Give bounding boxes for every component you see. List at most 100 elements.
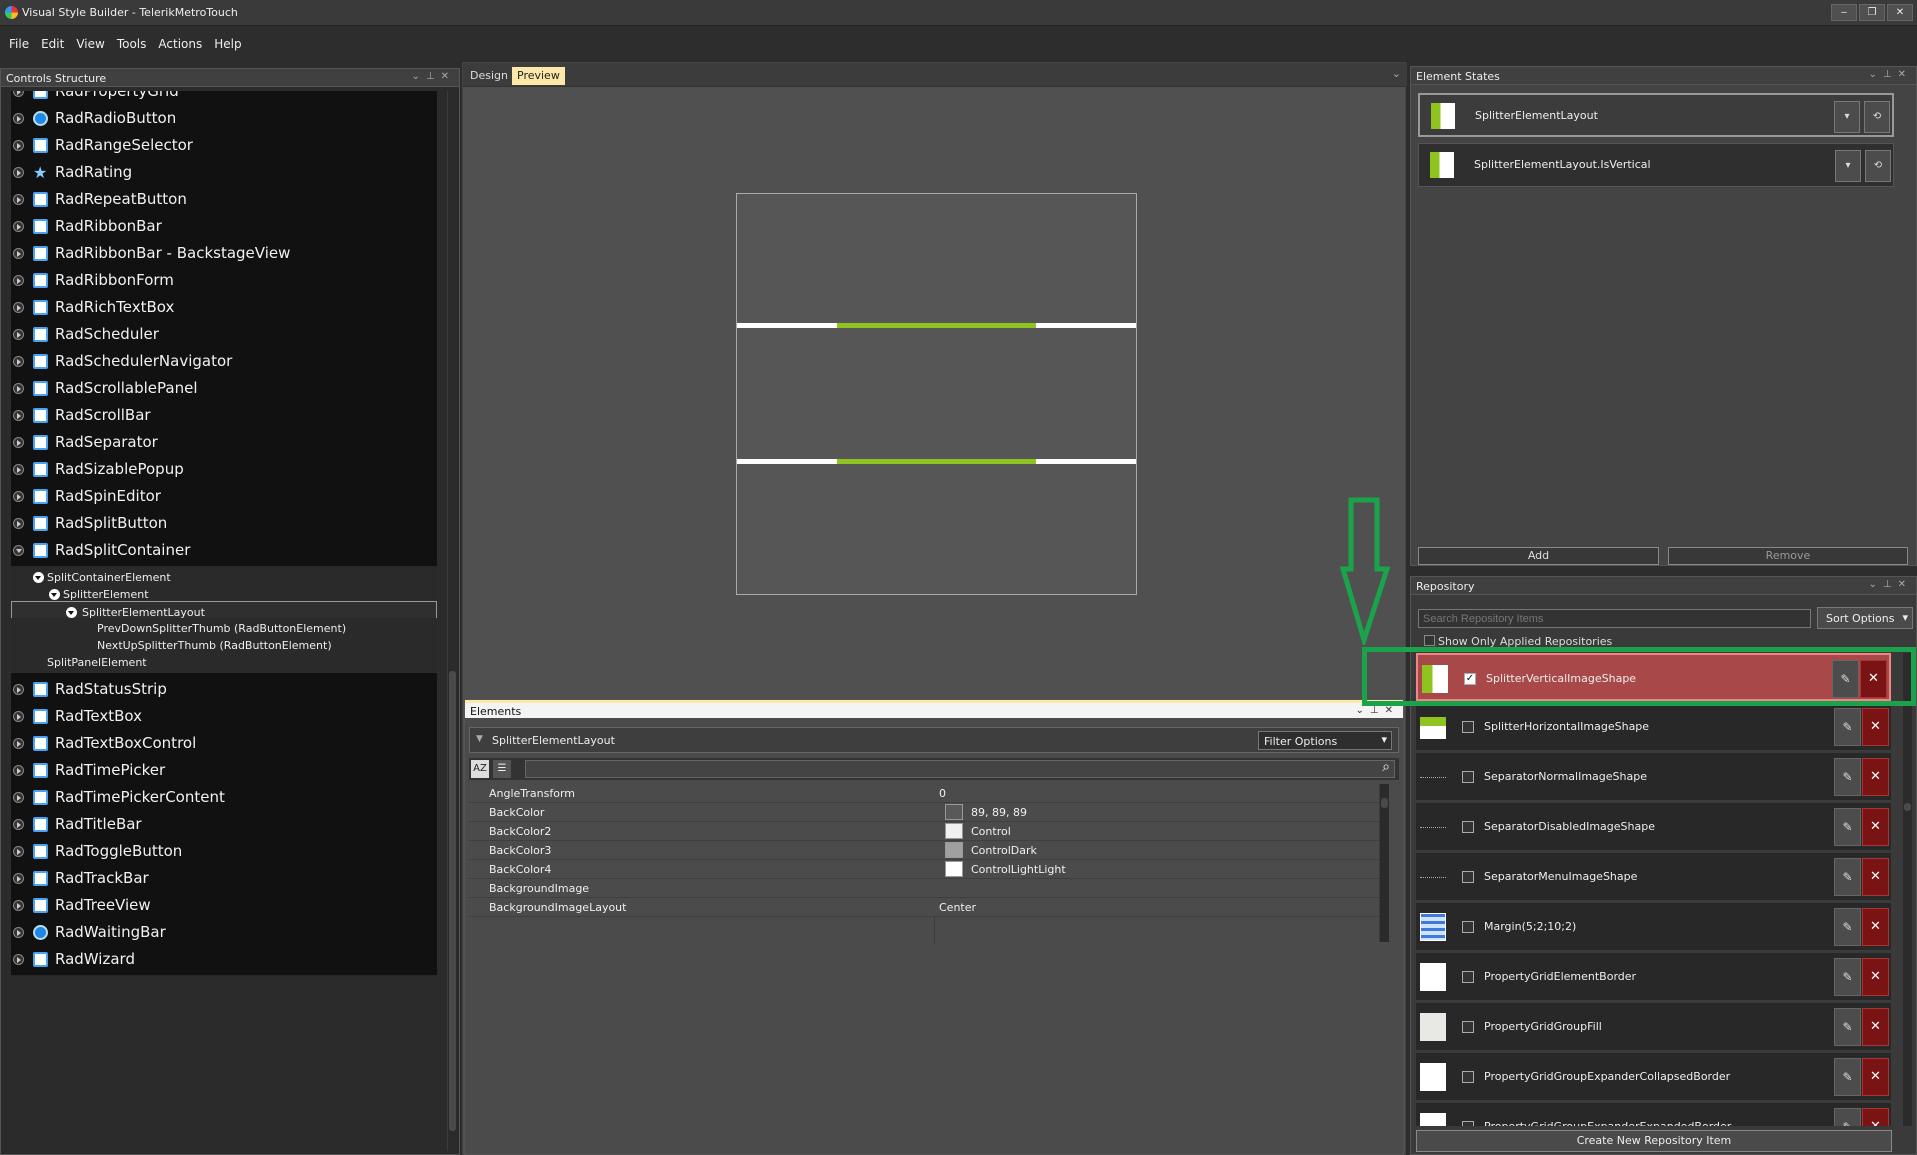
property-value[interactable]: ControlDark — [971, 844, 1037, 857]
close-button[interactable]: ✕ — [1887, 4, 1913, 21]
menu-tools[interactable]: Tools — [112, 34, 152, 56]
repository-item-checkbox[interactable] — [1462, 771, 1474, 783]
elements-pin-close-icons[interactable]: ⌄⊥✕ — [1356, 705, 1399, 716]
delete-icon[interactable]: ✕ — [1862, 958, 1889, 996]
expand-icon[interactable] — [13, 437, 24, 448]
delete-icon[interactable]: ✕ — [1862, 758, 1889, 796]
panel-pin-close-icons[interactable]: ⌄⊥✕ — [412, 71, 455, 82]
create-repository-item-button[interactable]: Create New Repository Item — [1416, 1130, 1892, 1152]
property-value[interactable]: 0 — [939, 787, 946, 800]
chevron-down-icon[interactable]: ⌄ — [1392, 67, 1401, 80]
repository-item-checkbox[interactable] — [1462, 721, 1474, 733]
restore-button[interactable]: ❐ — [1859, 4, 1885, 21]
edit-icon[interactable]: ✎ — [1834, 1058, 1861, 1096]
repo-pin-close-icons[interactable]: ⌄⊥✕ — [1869, 579, 1912, 590]
property-search-input[interactable]: ⌕ — [525, 759, 1395, 778]
expand-icon[interactable] — [13, 491, 24, 502]
menu-actions[interactable]: Actions — [153, 34, 207, 56]
repository-item-checkbox[interactable] — [1462, 1071, 1474, 1083]
expand-icon[interactable] — [13, 846, 24, 857]
element-selector[interactable]: ▼ SplitterElementLayout Filter Options — [469, 727, 1399, 753]
repository-search-input[interactable] — [1418, 609, 1811, 628]
expand-icon[interactable] — [13, 711, 24, 722]
property-row[interactable]: BackColor3 ControlDark — [469, 841, 1389, 860]
state-link-button[interactable]: ⟲ — [1865, 150, 1891, 182]
repository-item[interactable]: PropertyGridGroupExpanderCollapsedBorder… — [1416, 1053, 1891, 1101]
repository-item[interactable]: Margin(5;2;10;2) ✎ ✕ — [1416, 903, 1891, 951]
splitter-1[interactable] — [737, 323, 1136, 328]
property-scrollbar[interactable] — [1379, 784, 1389, 942]
repository-item-checkbox[interactable] — [1462, 821, 1474, 833]
tree-scrollbar[interactable] — [447, 91, 457, 1151]
expand-icon[interactable] — [13, 518, 24, 529]
collapse-icon[interactable] — [66, 607, 77, 618]
property-row[interactable]: BackgroundImageLayout Center — [469, 898, 1389, 917]
color-swatch[interactable] — [945, 804, 963, 820]
expand-icon[interactable] — [13, 927, 24, 938]
edit-icon[interactable]: ✎ — [1834, 808, 1861, 846]
filter-options-dropdown[interactable]: Filter Options — [1258, 731, 1392, 750]
expand-icon[interactable] — [13, 873, 24, 884]
expand-icon[interactable] — [13, 275, 24, 286]
edit-icon[interactable]: ✎ — [1834, 708, 1861, 746]
property-row[interactable]: BackColor4 ControlLightLight — [469, 860, 1389, 879]
expand-icon[interactable] — [13, 91, 24, 97]
property-row[interactable]: BackColor2 Control — [469, 822, 1389, 841]
expand-icon[interactable] — [13, 140, 24, 151]
state-link-button[interactable]: ⟲ — [1864, 101, 1890, 133]
delete-icon[interactable]: ✕ — [1862, 808, 1889, 846]
sort-options-dropdown[interactable]: Sort Options — [1817, 607, 1913, 629]
delete-icon[interactable]: ✕ — [1862, 1058, 1889, 1096]
expand-icon[interactable] — [13, 167, 24, 178]
expand-icon[interactable] — [13, 792, 24, 803]
edit-icon[interactable]: ✎ — [1834, 908, 1861, 946]
expand-icon[interactable] — [13, 819, 24, 830]
expand-icon[interactable] — [13, 302, 24, 313]
property-row[interactable]: BackgroundImage — [469, 879, 1389, 898]
tree-item[interactable]: RadSplitContainer — [11, 534, 437, 567]
expand-icon[interactable] — [13, 464, 24, 475]
delete-icon[interactable]: ✕ — [1862, 858, 1889, 896]
property-value[interactable]: 89, 89, 89 — [971, 806, 1027, 819]
tab-preview[interactable]: Preview — [512, 67, 565, 85]
repository-scroll-thumb[interactable] — [1904, 803, 1911, 811]
repository-scrollbar[interactable] — [1902, 653, 1912, 1126]
color-swatch[interactable] — [945, 861, 963, 877]
expand-icon[interactable] — [13, 383, 24, 394]
collapse-icon[interactable] — [33, 572, 44, 583]
tree-subitem[interactable]: SplitPanelElement — [11, 652, 437, 673]
repository-item[interactable]: PropertyGridGroupFill ✎ ✕ — [1416, 1003, 1891, 1051]
splitter-2[interactable] — [737, 459, 1136, 464]
expand-icon[interactable] — [13, 221, 24, 232]
edit-icon[interactable]: ✎ — [1834, 1008, 1861, 1046]
tree-scroll-thumb[interactable] — [449, 671, 456, 1131]
categorize-icon[interactable]: ☰ — [493, 760, 511, 778]
state-row[interactable]: SplitterElementLayout ▾ ⟲ — [1418, 93, 1894, 137]
menu-file[interactable]: File — [4, 34, 34, 56]
repository-item[interactable]: SplitterHorizontalImageShape ✎ ✕ — [1416, 703, 1891, 751]
property-value[interactable]: ControlLightLight — [971, 863, 1066, 876]
repository-item[interactable]: SeparatorDisabledImageShape ✎ ✕ — [1416, 803, 1891, 851]
state-dropdown-button[interactable]: ▾ — [1835, 150, 1861, 182]
property-row[interactable]: BackColor 89, 89, 89 — [469, 803, 1389, 822]
expand-icon[interactable] — [13, 248, 24, 259]
split-container-preview[interactable] — [736, 193, 1137, 595]
repository-item[interactable]: SeparatorMenuImageShape ✎ ✕ — [1416, 853, 1891, 901]
property-value[interactable]: Control — [971, 825, 1011, 838]
splitter-2-thumb[interactable] — [837, 459, 1036, 464]
show-only-applied-checkbox[interactable] — [1424, 635, 1435, 646]
edit-icon[interactable]: ✎ — [1834, 758, 1861, 796]
delete-icon[interactable]: ✕ — [1862, 1108, 1889, 1126]
sort-alphabetical-icon[interactable]: AZ — [471, 760, 489, 778]
add-state-button[interactable]: Add — [1418, 547, 1659, 565]
color-swatch[interactable] — [945, 823, 963, 839]
repository-item[interactable]: PropertyGridGroupExpanderExpandedBorder ✎… — [1416, 1103, 1891, 1126]
menu-edit[interactable]: Edit — [36, 34, 69, 56]
property-value[interactable]: Center — [939, 901, 976, 914]
collapse-icon[interactable] — [49, 589, 60, 600]
expand-icon[interactable] — [13, 684, 24, 695]
splitter-1-thumb[interactable] — [837, 323, 1036, 328]
edit-icon[interactable]: ✎ — [1834, 858, 1861, 896]
tree-item[interactable]: RadWizard — [11, 943, 437, 976]
expand-icon[interactable] — [13, 113, 24, 124]
